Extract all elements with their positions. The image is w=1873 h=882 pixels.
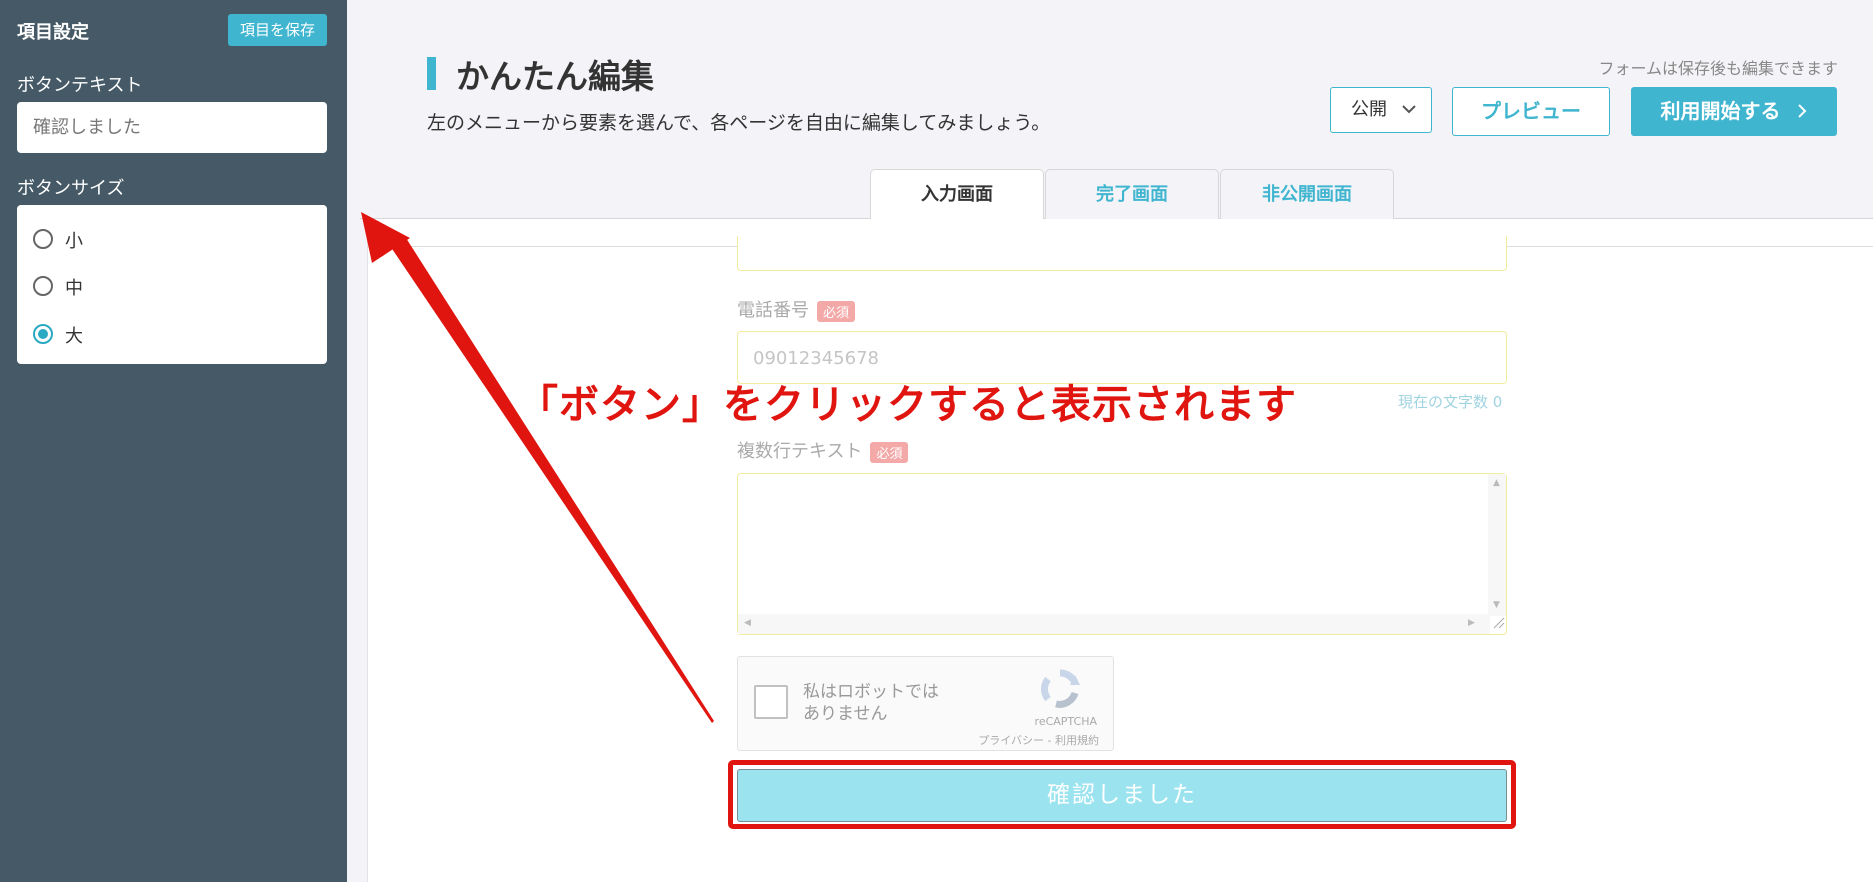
radio-circle [33,229,53,249]
phone-label-text: 電話番号 [737,300,809,321]
recaptcha-widget: 私はロボットではありません reCAPTCHA プライバシー - 利用規約 [737,656,1114,751]
button-size-radio-group: 小 中 大 [17,205,327,364]
page-subtitle: 左のメニューから要素を選んで、各ページを自由に編集してみましょう。 [427,112,1051,134]
sidebar-header: 項目設定 項目を保存 [17,14,327,46]
title-accent-bar [427,57,436,90]
scroll-down-icon[interactable]: ▼ [1493,600,1500,610]
page-title: かんたん編集 [456,57,654,96]
confirm-button[interactable]: 確認しました [737,769,1507,822]
radio-label: 大 [65,326,83,347]
multiline-label-text: 複数行テキスト [737,441,863,462]
required-badge: 必須 [870,441,909,463]
phone-field-label: 電話番号 必須 [737,296,856,322]
start-using-button[interactable]: 利用開始する [1631,87,1837,136]
publish-select[interactable]: 公開 [1330,87,1432,133]
chevron-down-icon [1401,88,1417,149]
multiline-field-label: 複数行テキスト 必須 [737,437,909,463]
multiline-textarea[interactable]: ▲ ▼ ◀ ▶ [737,473,1507,635]
vertical-scrollbar[interactable]: ▲ ▼ [1488,474,1506,616]
required-badge: 必須 [817,300,856,322]
button-text-label: ボタンテキスト [17,75,143,96]
previous-field-input[interactable] [737,236,1507,271]
radio-label: 小 [65,231,83,252]
sidebar-title: 項目設定 [17,22,89,43]
scroll-left-icon[interactable]: ◀ [744,618,751,628]
start-using-label: 利用開始する [1660,99,1781,123]
recaptcha-links[interactable]: プライバシー - 利用規約 [978,732,1099,748]
radio-circle [33,276,53,296]
tab-private-screen[interactable]: 非公開画面 [1220,169,1394,219]
publish-select-value: 公開 [1351,99,1387,120]
recaptcha-brand: reCAPTCHA [1034,715,1097,728]
recaptcha-text: 私はロボットではありません [803,682,939,724]
recaptcha-logo-icon [1038,669,1082,713]
settings-sidebar: 項目設定 項目を保存 ボタンテキスト 確認しました ボタンサイズ 小 中 大 [0,0,347,882]
scroll-up-icon[interactable]: ▲ [1493,478,1500,488]
save-note: フォームは保存後も編集できます [1598,59,1838,78]
button-size-label: ボタンサイズ [17,178,125,199]
char-count: 現在の文字数 0 [1398,393,1503,411]
button-text-input[interactable]: 確認しました [17,102,327,153]
tab-input-screen[interactable]: 入力画面 [870,169,1044,219]
save-items-button[interactable]: 項目を保存 [227,14,327,46]
preview-button[interactable]: プレビュー [1452,87,1610,136]
tab-complete-screen[interactable]: 完了画面 [1045,169,1219,219]
annotation-text: 「ボタン」をクリックすると表示されます [518,382,1297,428]
radio-circle-selected [33,324,53,344]
chevron-right-icon [1797,99,1807,123]
recaptcha-checkbox[interactable] [754,685,788,719]
radio-label: 中 [65,278,83,299]
scroll-right-icon[interactable]: ▶ [1468,618,1475,628]
horizontal-scrollbar[interactable]: ◀ ▶ [738,614,1490,634]
resize-handle-icon[interactable] [1491,614,1505,633]
